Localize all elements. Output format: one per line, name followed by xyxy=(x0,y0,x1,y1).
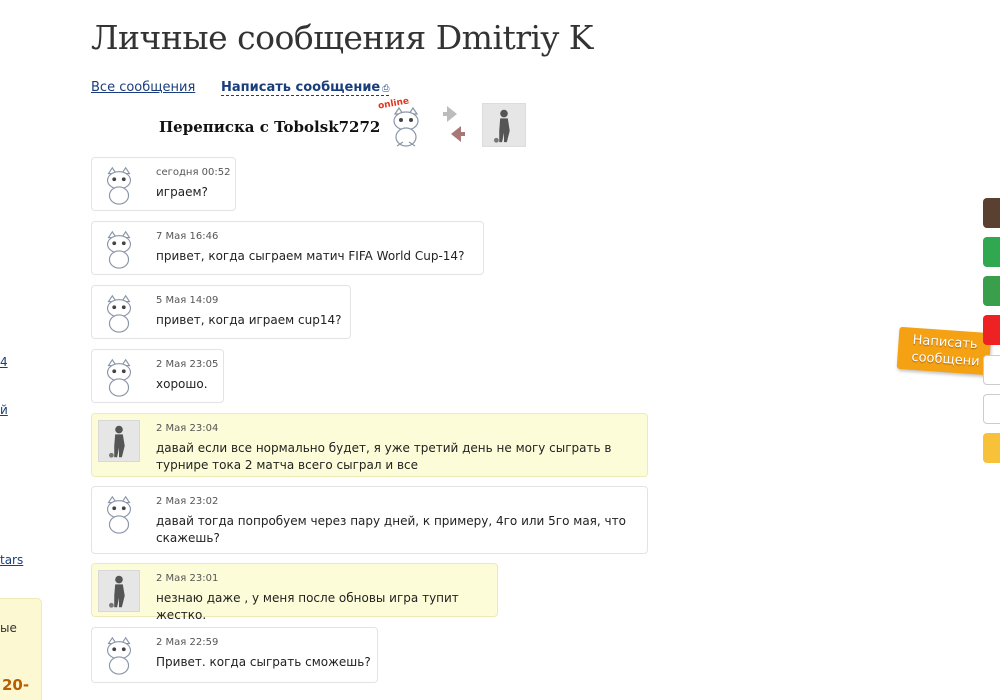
message-text: привет, когда сыграем матич FIFA World C… xyxy=(156,249,465,263)
conversation-title: Переписка с Tobolsk7272 xyxy=(159,118,381,136)
message-text: Привет. когда сыграть сможешь? xyxy=(156,655,371,669)
message-date: 5 Мая 14:09 xyxy=(156,295,219,306)
write-message-label: Написать сообщение xyxy=(221,80,381,95)
message-date: 2 Мая 22:59 xyxy=(156,637,219,648)
message-item: 2 Мая 23:01 незнаю даже , у меня после о… xyxy=(91,563,498,622)
twitter-icon[interactable] xyxy=(983,276,1000,306)
write-message-ribbon[interactable]: Написать сообщени xyxy=(896,326,992,376)
partner-avatar-icon[interactable] xyxy=(98,228,140,270)
message-text: давай если все нормально будет, я уже тр… xyxy=(156,441,612,472)
message-item: 2 Мая 23:05 хорошо. xyxy=(91,349,224,403)
message-item: 5 Мая 14:09 привет, когда играем cup14? xyxy=(91,285,351,339)
vkontakte-icon[interactable] xyxy=(983,237,1000,267)
message-text: играем? xyxy=(156,185,208,199)
partner-avatar-icon[interactable] xyxy=(98,356,140,398)
partner-avatar-icon[interactable] xyxy=(98,292,140,334)
message-date: 2 Мая 23:05 xyxy=(156,359,219,370)
swap-arrows-icon xyxy=(443,106,465,142)
sidebar-promo-text: ые xyxy=(0,621,17,635)
message-date: 2 Мая 23:01 xyxy=(156,573,219,584)
message-item: сегодня 00:52 играем? xyxy=(91,157,236,211)
message-date: сегодня 00:52 xyxy=(156,167,231,178)
message-tabs: Все сообщения Написать сообщение ⎙ xyxy=(91,80,390,96)
message-text: незнаю даже , у меня после обновы игра т… xyxy=(156,591,459,622)
all-messages-link[interactable]: Все сообщения xyxy=(91,80,195,95)
my-avatar-icon[interactable] xyxy=(482,103,526,147)
lifebuoy-icon[interactable] xyxy=(983,394,1000,424)
message-item: 7 Мая 16:46 привет, когда сыграем матич … xyxy=(91,221,484,275)
partner-avatar-icon[interactable] xyxy=(385,104,427,148)
sidebar-link[interactable]: й xyxy=(0,403,8,417)
military-cap-icon[interactable] xyxy=(983,198,1000,228)
message-date: 2 Мая 23:02 xyxy=(156,496,219,507)
message-item: 2 Мая 23:04 давай если все нормально буд… xyxy=(91,413,648,477)
partner-avatar-icon[interactable] xyxy=(98,634,140,676)
star-icon[interactable] xyxy=(983,433,1000,463)
write-message-ribbon-label: Написать сообщени xyxy=(910,332,981,370)
message-date: 2 Мая 23:04 xyxy=(156,423,219,434)
sidebar-link[interactable]: tars xyxy=(0,553,23,567)
yandex-icon[interactable] xyxy=(983,355,1000,385)
page-title: Личные сообщения Dmitriy K xyxy=(91,18,593,57)
sidebar-promo-number: 20- xyxy=(2,676,30,694)
message-text: привет, когда играем cup14? xyxy=(156,313,342,327)
sidebar-link[interactable]: 4 xyxy=(0,355,8,369)
message-text: хорошо. xyxy=(156,377,208,391)
my-avatar-icon[interactable] xyxy=(98,570,140,612)
write-message-link[interactable]: Написать сообщение ⎙ xyxy=(221,80,390,96)
youtube-icon[interactable] xyxy=(983,315,1000,345)
message-item: 2 Мая 22:59 Привет. когда сыграть сможеш… xyxy=(91,627,378,683)
message-text: давай тогда попробуем через пару дней, к… xyxy=(156,514,626,545)
message-date: 7 Мая 16:46 xyxy=(156,231,219,242)
partner-avatar-icon[interactable] xyxy=(98,493,140,535)
message-item: 2 Мая 23:02 давай тогда попробуем через … xyxy=(91,486,648,554)
external-link-icon: ⎙ xyxy=(382,84,390,94)
partner-avatar-icon[interactable] xyxy=(98,164,140,206)
my-avatar-icon[interactable] xyxy=(98,420,140,462)
